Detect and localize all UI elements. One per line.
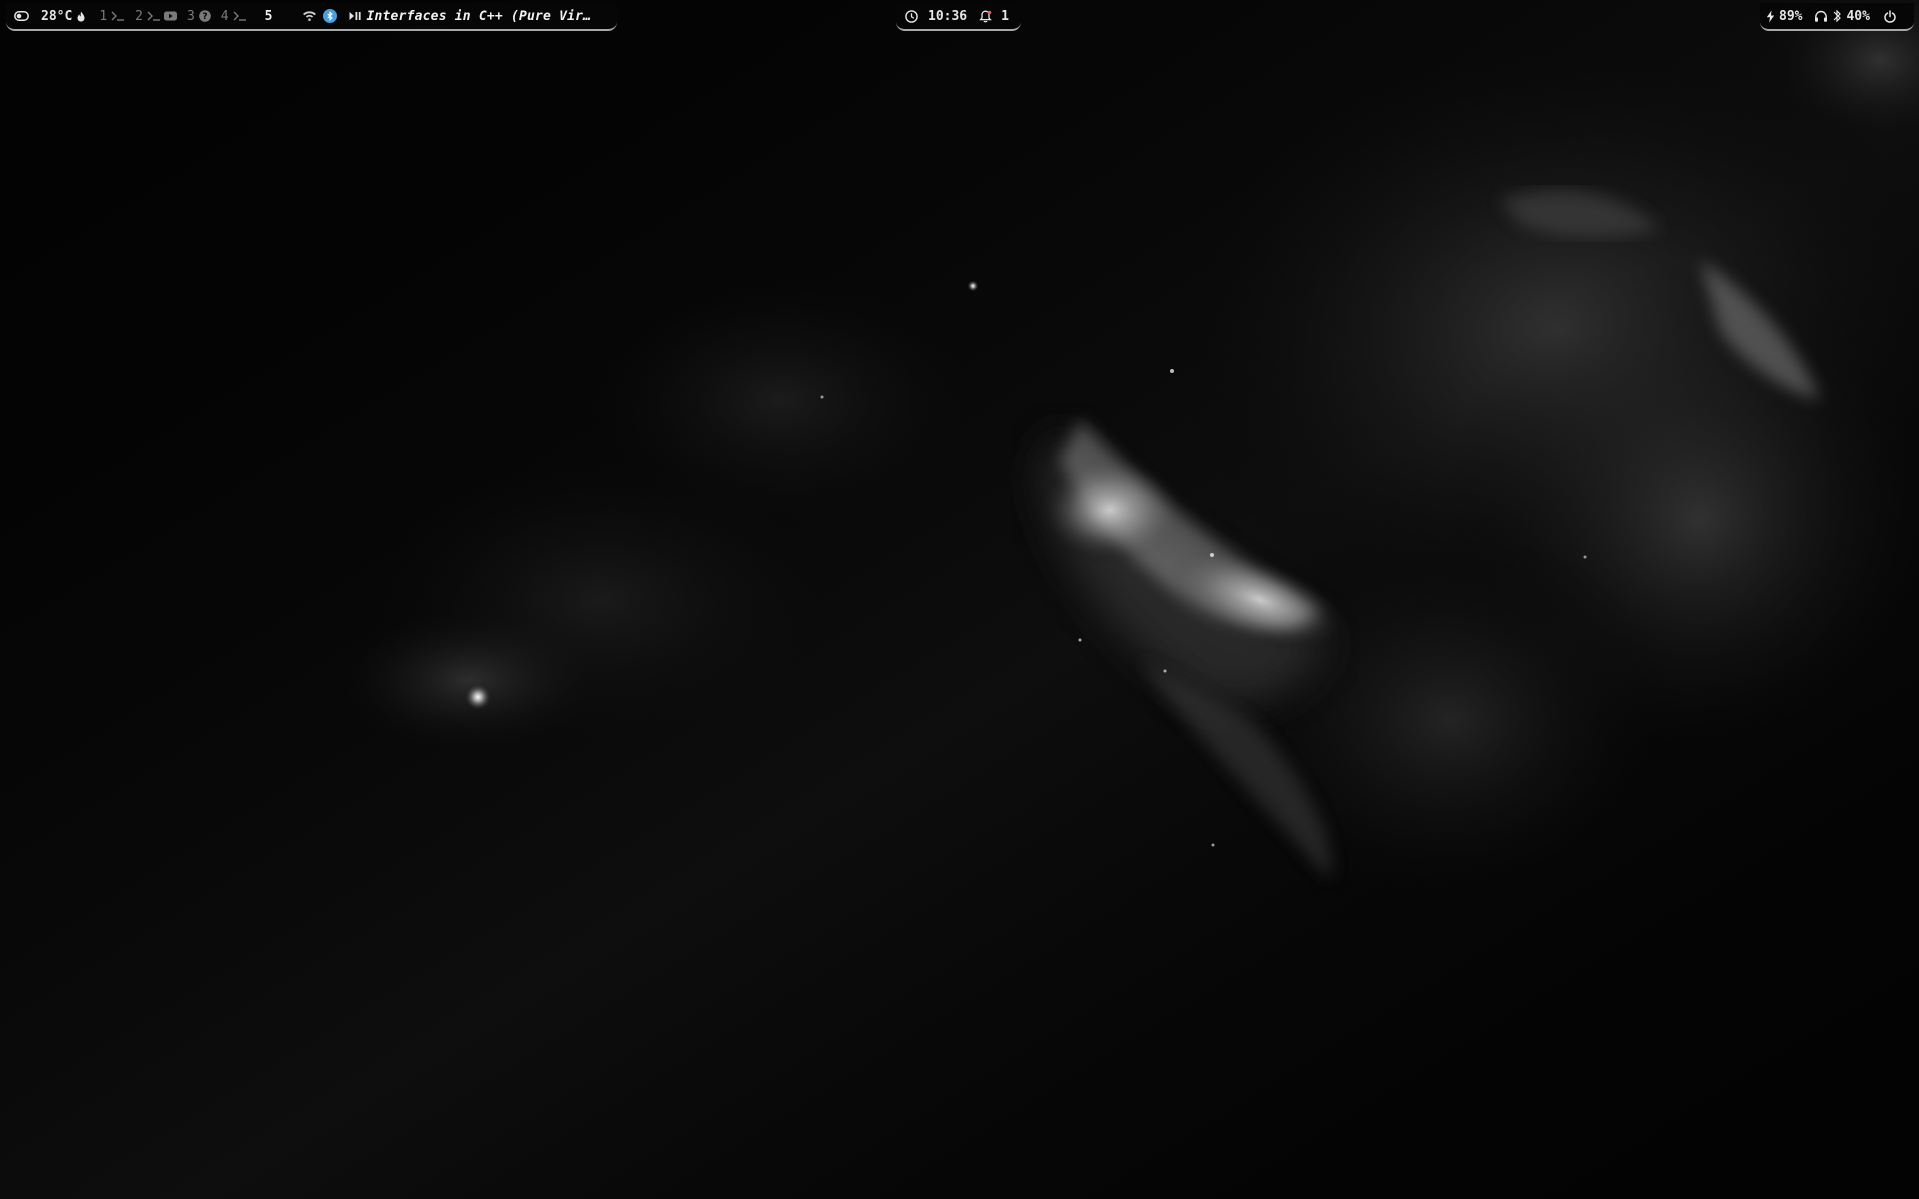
workspace-3-number[interactable]: 3: [187, 9, 195, 24]
brightness-icon[interactable]: [1832, 10, 1842, 22]
power-icon[interactable]: [1884, 9, 1896, 23]
bluetooth-icon[interactable]: [323, 9, 338, 23]
terminal-icon[interactable]: [233, 11, 247, 21]
tray-app-icon[interactable]: [302, 10, 317, 22]
terminal-icon[interactable]: [147, 11, 161, 21]
notification-count: 1: [1001, 8, 1009, 24]
charging-icon: [1766, 10, 1775, 23]
youtube-icon[interactable]: [163, 11, 177, 21]
workspace-1-number[interactable]: 1: [99, 9, 107, 24]
help-icon[interactable]: ?: [198, 10, 211, 22]
toggle-icon[interactable]: [14, 11, 29, 21]
workspace-5-number[interactable]: 5: [265, 9, 273, 24]
workspace-4-number[interactable]: 4: [221, 9, 229, 24]
right-status-bar: 89% 40%: [1760, 3, 1914, 31]
clock-icon: [905, 9, 918, 23]
media-title[interactable]: Interfaces in C++ (Pure Vir…: [366, 9, 591, 24]
volume-percent[interactable]: 40%: [1846, 9, 1869, 24]
desktop: 28°C 1 2 3 ? 4 5 Interfaces in C++ (Pure…: [0, 0, 1919, 1199]
svg-text:?: ?: [202, 12, 207, 22]
headphones-icon[interactable]: [1814, 10, 1828, 23]
battery-percent[interactable]: 89%: [1779, 9, 1802, 24]
workspace-2-number[interactable]: 2: [135, 9, 143, 24]
left-status-bar: 28°C 1 2 3 ? 4 5 Interfaces in C++ (Pure…: [6, 3, 617, 31]
play-pause-icon[interactable]: [349, 11, 362, 21]
terminal-icon[interactable]: [111, 11, 125, 21]
temperature-label: 28°C: [41, 8, 73, 24]
clock-time[interactable]: 10:36: [928, 9, 967, 24]
flame-icon: [77, 11, 85, 22]
center-status-bar: 10:36 1: [896, 3, 1021, 31]
nebula-wallpaper: [0, 0, 1919, 1199]
bell-icon[interactable]: [979, 10, 992, 23]
